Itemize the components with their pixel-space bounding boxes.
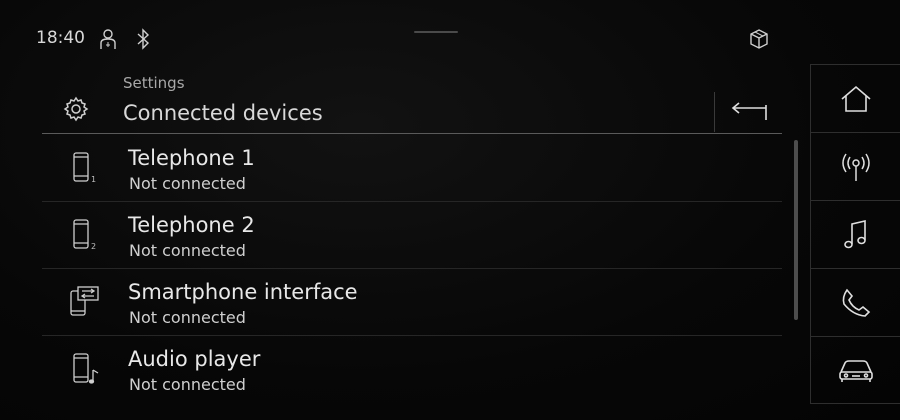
- item-title: Telephone 1: [128, 146, 255, 170]
- nav-home-button[interactable]: [810, 64, 900, 132]
- item-status: Not connected: [129, 241, 246, 260]
- audio-player-icon: [68, 352, 102, 390]
- device-list: 1 Telephone 1 Not connected 2 Telephone …: [42, 135, 782, 403]
- gear-icon: [62, 95, 90, 127]
- item-status: Not connected: [129, 308, 246, 327]
- nav-car-button[interactable]: [810, 336, 900, 404]
- phone-icon: [842, 288, 870, 317]
- item-status: Not connected: [129, 375, 246, 394]
- header-divider: [42, 133, 782, 134]
- radio-icon: [841, 153, 870, 181]
- infotainment-screen: 18:40 Settings Connected devices 1 Telep…: [0, 0, 900, 420]
- item-title: Smartphone interface: [128, 280, 358, 304]
- svg-text:1: 1: [91, 175, 96, 184]
- list-item-smartphone-interface[interactable]: Smartphone interface Not connected: [42, 269, 782, 336]
- home-icon: [840, 85, 871, 112]
- bluetooth-icon: [136, 28, 150, 50]
- breadcrumb: Settings: [123, 74, 185, 92]
- list-item-audio-player[interactable]: Audio player Not connected: [42, 336, 782, 403]
- scrollbar[interactable]: [794, 140, 798, 320]
- back-arrow-icon: [731, 102, 767, 120]
- item-title: Audio player: [128, 347, 261, 371]
- cube-icon[interactable]: [748, 28, 770, 50]
- music-icon: [843, 219, 866, 248]
- nav-radio-button[interactable]: [810, 132, 900, 200]
- drag-handle[interactable]: [414, 31, 458, 33]
- smartphone-interface-icon: [68, 285, 102, 323]
- phone-2-icon: 2: [68, 218, 102, 256]
- list-item-telephone-1[interactable]: 1 Telephone 1 Not connected: [42, 135, 782, 202]
- item-status: Not connected: [129, 174, 246, 193]
- page-title: Connected devices: [123, 101, 323, 125]
- nav-phone-button[interactable]: [810, 268, 900, 336]
- list-item-telephone-2[interactable]: 2 Telephone 2 Not connected: [42, 202, 782, 269]
- back-button[interactable]: [714, 92, 782, 132]
- nav-music-button[interactable]: [810, 200, 900, 268]
- item-title: Telephone 2: [128, 213, 255, 237]
- nav-rail: [810, 64, 900, 404]
- car-icon: [838, 360, 873, 382]
- status-time: 18:40: [36, 28, 85, 48]
- person-icon[interactable]: [98, 28, 118, 50]
- svg-text:2: 2: [91, 242, 96, 251]
- phone-1-icon: 1: [68, 151, 102, 189]
